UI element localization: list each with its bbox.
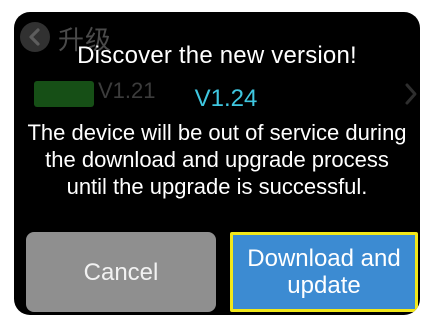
cancel-button[interactable]: Cancel	[26, 232, 216, 312]
dialog-message: The device will be out of service during…	[27, 120, 407, 199]
new-version-label: V1.24	[194, 85, 258, 112]
download-and-update-button[interactable]: Download and update	[230, 232, 418, 312]
device-screen: 升级 V1.21 Discover the new version! V1.24…	[14, 12, 420, 315]
dialog-heading: Discover the new version!	[77, 42, 357, 69]
